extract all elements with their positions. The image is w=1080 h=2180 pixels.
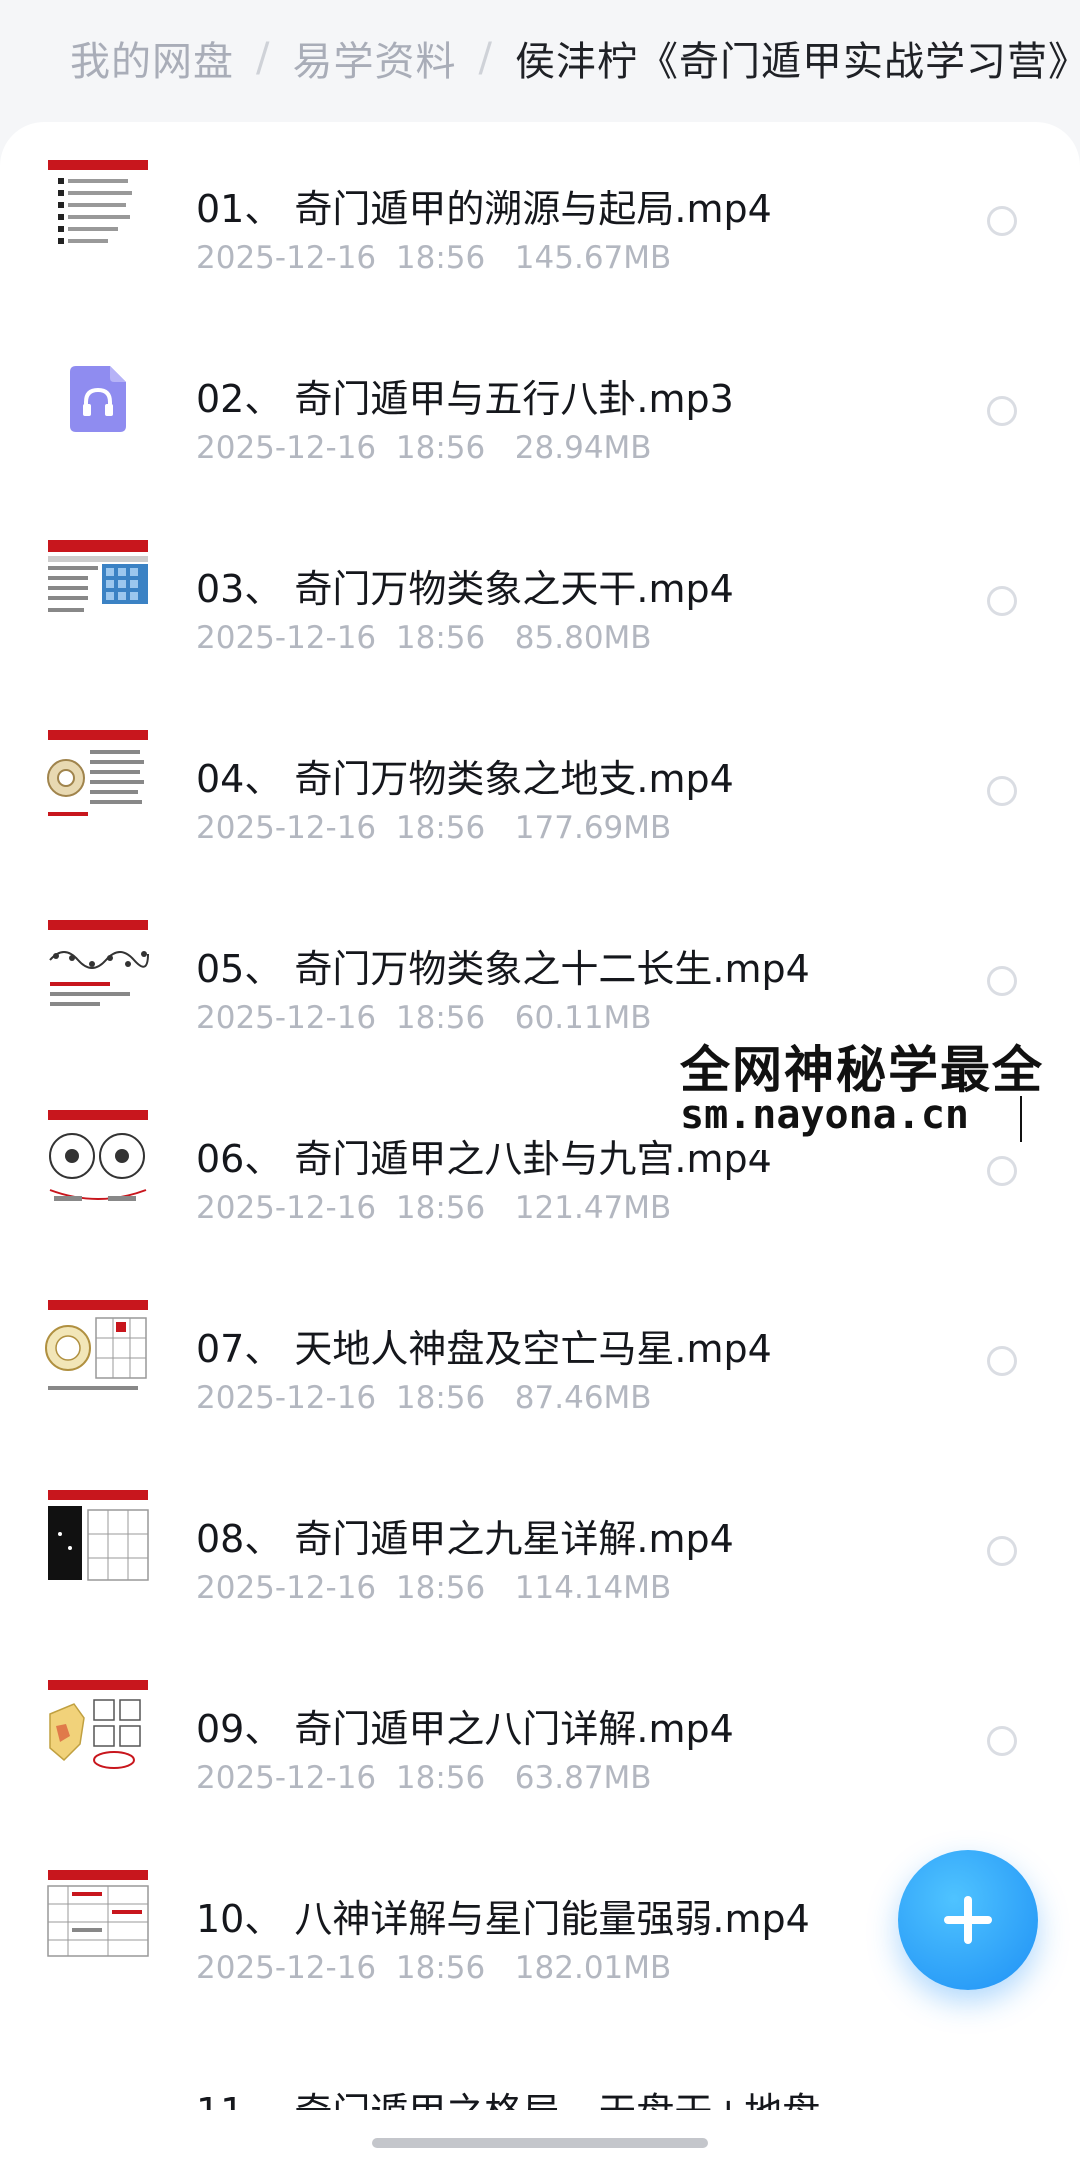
file-date: 2025-12-16 [196,1570,377,1606]
file-row[interactable]: 07、 天地人神盘及空亡马星.mp4 2025-12-16 18:56 87.4… [0,1280,1080,1470]
video-thumbnail [44,1104,152,1212]
select-checkbox[interactable] [987,206,1017,236]
file-size: 28.94MB [514,430,652,466]
file-time: 18:56 [395,1380,486,1416]
file-name: 02、 奇门遁甲与五行八卦.mp3 [196,377,734,421]
file-size: 60.11MB [514,1000,652,1036]
file-date: 2025-12-16 [196,1190,377,1226]
file-name: 09、 奇门遁甲之八门详解.mp4 [196,1707,734,1751]
file-row[interactable]: 09、 奇门遁甲之八门详解.mp4 2025-12-16 18:56 63.87… [0,1660,1080,1850]
breadcrumb: 我的网盘 / 易学资料 / 侯沣柠《奇门遁甲实战学习营》 [70,28,1080,88]
video-thumbnail [44,724,152,832]
file-date: 2025-12-16 [196,1760,377,1796]
select-checkbox[interactable] [987,1156,1017,1186]
file-date: 2025-12-16 [196,430,377,466]
select-checkbox[interactable] [987,966,1017,996]
file-name: 10、 八神详解与星门能量强弱.mp4 [196,1897,810,1941]
breadcrumb-separator: / [256,35,271,81]
file-row[interactable]: 03、 奇门万物类象之天干.mp4 2025-12-16 18:56 85.80… [0,520,1080,710]
file-time: 18:56 [395,620,486,656]
file-time: 18:56 [395,1760,486,1796]
home-indicator[interactable] [372,2138,708,2148]
file-time: 18:56 [395,1000,486,1036]
file-meta: 2025-12-16 18:56 114.14MB [196,1570,671,1606]
file-time: 18:56 [395,810,486,846]
file-date: 2025-12-16 [196,1950,377,1986]
file-meta: 2025-12-16 18:56 85.80MB [196,620,652,656]
file-meta: 2025-12-16 18:56 145.67MB [196,240,671,276]
video-thumbnail [44,1674,152,1782]
file-time: 18:56 [395,1950,486,1986]
file-size: 177.69MB [514,810,672,846]
file-meta: 2025-12-16 18:56 87.46MB [196,1380,652,1416]
file-meta: 2025-12-16 18:56 182.01MB [196,1950,671,1986]
audio-file-icon [68,364,128,434]
file-date: 2025-12-16 [196,1000,377,1036]
breadcrumb-root[interactable]: 我的网盘 [70,29,234,87]
file-name: 07、 天地人神盘及空亡马星.mp4 [196,1327,772,1371]
file-row[interactable]: 08、 奇门遁甲之九星详解.mp4 2025-12-16 18:56 114.1… [0,1470,1080,1660]
video-thumbnail [44,154,152,262]
file-time: 18:56 [395,1190,486,1226]
add-button[interactable] [898,1850,1038,1990]
file-size: 182.01MB [514,1950,672,1986]
watermark: 全网神秘学最全 sm.nayona.cn [676,1024,1080,1150]
file-meta: 2025-12-16 18:56 121.47MB [196,1190,671,1226]
file-size: 121.47MB [514,1190,672,1226]
file-time: 18:56 [395,1570,486,1606]
file-list-screen: 我的网盘 / 易学资料 / 侯沣柠《奇门遁甲实战学习营》 01、 奇门遁甲的溯源… [0,0,1080,2180]
video-thumbnail [44,914,152,1022]
file-meta: 2025-12-16 18:56 60.11MB [196,1000,652,1036]
file-size: 145.67MB [514,240,672,276]
breadcrumb-current: 侯沣柠《奇门遁甲实战学习营》 [514,39,1080,85]
file-date: 2025-12-16 [196,240,377,276]
file-meta: 2025-12-16 18:56 63.87MB [196,1760,652,1796]
file-time: 18:56 [395,240,486,276]
video-thumbnail [44,1294,152,1402]
file-name-partial[interactable]: 11、 奇门遁甲之格局—天盘干+地盘 [196,2086,820,2110]
video-thumbnail [44,1864,152,1972]
select-checkbox[interactable] [987,586,1017,616]
file-date: 2025-12-16 [196,1380,377,1416]
file-date: 2025-12-16 [196,810,377,846]
file-meta: 2025-12-16 18:56 177.69MB [196,810,671,846]
file-name: 03、 奇门万物类象之天干.mp4 [196,567,734,611]
file-date: 2025-12-16 [196,620,377,656]
file-row[interactable]: 01、 奇门遁甲的溯源与起局.mp4 2025-12-16 18:56 145.… [0,140,1080,330]
text-caret [1020,1096,1022,1142]
file-row[interactable]: 04、 奇门万物类象之地支.mp4 2025-12-16 18:56 177.6… [0,710,1080,900]
file-size: 114.14MB [514,1570,672,1606]
select-checkbox[interactable] [987,1726,1017,1756]
file-name: 01、 奇门遁甲的溯源与起局.mp4 [196,187,772,231]
select-checkbox[interactable] [987,396,1017,426]
select-checkbox[interactable] [987,776,1017,806]
video-thumbnail [44,1484,152,1592]
select-checkbox[interactable] [987,1536,1017,1566]
file-row[interactable]: 02、 奇门遁甲与五行八卦.mp3 2025-12-16 18:56 28.94… [0,330,1080,520]
file-name: 04、 奇门万物类象之地支.mp4 [196,757,734,801]
file-size: 63.87MB [514,1760,652,1796]
file-meta: 2025-12-16 18:56 28.94MB [196,430,652,466]
select-checkbox[interactable] [987,1346,1017,1376]
file-time: 18:56 [395,430,486,466]
file-name: 05、 奇门万物类象之十二长生.mp4 [196,947,810,991]
breadcrumb-separator: / [478,35,493,81]
file-size: 85.80MB [514,620,652,656]
file-name: 08、 奇门遁甲之九星详解.mp4 [196,1517,734,1561]
video-thumbnail [44,534,152,642]
file-size: 87.46MB [514,1380,652,1416]
watermark-url: sm.nayona.cn [680,1092,969,1138]
breadcrumb-parent[interactable]: 易学资料 [292,29,456,87]
